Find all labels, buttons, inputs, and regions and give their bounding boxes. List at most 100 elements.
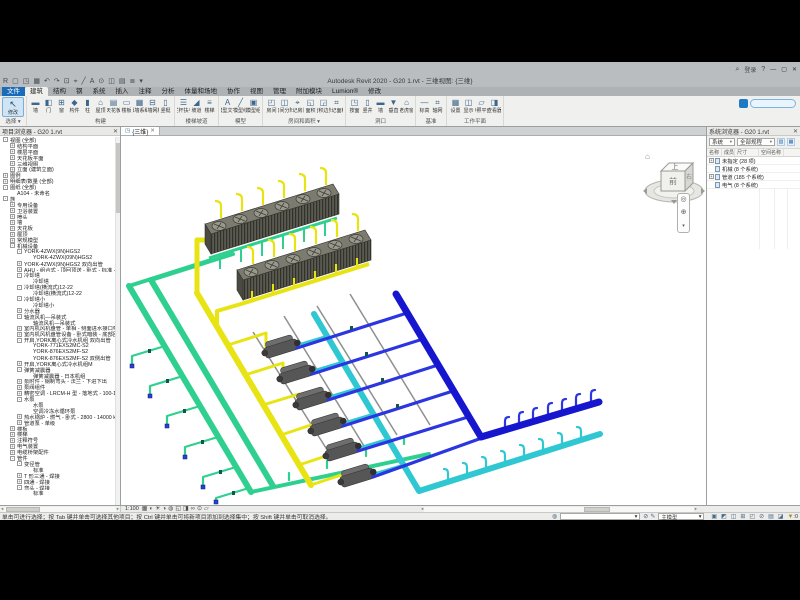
ribbon-button[interactable]: ⌖标记房间: [291, 97, 304, 114]
tree-expander-icon[interactable]: -: [17, 485, 22, 490]
view-control-icon[interactable]: ☀: [155, 506, 160, 513]
tree-expander-icon[interactable]: +: [10, 208, 15, 213]
ribbon-button[interactable]: ▣模型组: [247, 97, 260, 114]
tree-expander-icon[interactable]: -: [17, 397, 22, 402]
tree-expander-icon[interactable]: +: [10, 426, 15, 431]
ribbon-button[interactable]: ⌂屋顶: [94, 97, 107, 114]
autofit-columns-button[interactable]: ▥: [777, 138, 785, 146]
ribbon-button[interactable]: ◳按面: [348, 97, 361, 114]
ribbon-tab[interactable]: 结构: [48, 87, 71, 96]
column-header[interactable]: 空间名称: [759, 149, 784, 156]
tree-expander-icon[interactable]: +: [10, 143, 15, 148]
maximize-button[interactable]: ▢: [781, 66, 787, 73]
column-settings-button[interactable]: ▦: [787, 138, 795, 146]
tree-expander-icon[interactable]: +: [10, 438, 15, 443]
panel-close-icon[interactable]: ✕: [113, 128, 118, 135]
row-expander-icon[interactable]: [709, 182, 714, 187]
tree-expander-icon[interactable]: -: [17, 461, 22, 466]
tree-expander-icon[interactable]: +: [17, 332, 22, 337]
ribbon-tab[interactable]: 系统: [88, 87, 111, 96]
ribbon-button[interactable]: ◫显示: [462, 97, 475, 114]
ribbon-tab[interactable]: 体量和场地: [180, 87, 223, 96]
tree-expander-icon[interactable]: +: [10, 226, 15, 231]
selection-toggle-icon[interactable]: ⊘: [759, 513, 764, 520]
system-row[interactable]: + 管道 (185 个系统): [707, 173, 800, 181]
ribbon-tab[interactable]: 视图: [245, 87, 268, 96]
project-browser-scrollbar[interactable]: [115, 137, 120, 505]
tree-expander-icon[interactable]: +: [10, 220, 15, 225]
navigation-bar[interactable]: ◎ ⊕ ▾: [677, 193, 690, 233]
ribbon-button[interactable]: A模型文字: [221, 97, 234, 114]
selection-toggle-icon[interactable]: ▣: [711, 513, 717, 520]
ribbon-button[interactable]: ◫房间分隔: [278, 97, 291, 114]
view-control-icon[interactable]: ◐: [149, 506, 153, 513]
project-browser-hscrollbar[interactable]: ◂▸: [0, 506, 121, 512]
tree-item[interactable]: 标准: [0, 490, 120, 496]
tree-expander-icon[interactable]: -: [17, 367, 22, 372]
ribbon-button[interactable]: ▮柱: [81, 97, 94, 114]
tree-expander-icon[interactable]: +: [17, 473, 22, 478]
tree-expander-icon[interactable]: [26, 255, 31, 260]
tree-expander-icon[interactable]: +: [10, 238, 15, 243]
panel-close-icon[interactable]: ✕: [793, 128, 798, 135]
viewcube-top-label[interactable]: 上: [672, 162, 679, 171]
ribbon-button[interactable]: ◱面积: [304, 97, 317, 114]
ribbon-button[interactable]: ◢坡道: [190, 97, 203, 114]
3d-model-view[interactable]: [121, 136, 706, 505]
tree-expander-icon[interactable]: [26, 344, 31, 349]
tree-expander-icon[interactable]: [26, 408, 31, 413]
ribbon-button[interactable]: ≡楼梯: [203, 97, 216, 114]
tree-expander-icon[interactable]: [26, 320, 31, 325]
system-row[interactable]: 电气 (8 个系统): [707, 181, 800, 189]
view-control-icon[interactable]: ◑: [162, 506, 166, 513]
viewcube-side-label[interactable]: 右: [686, 173, 692, 181]
tree-expander-icon[interactable]: +: [17, 267, 22, 272]
selection-toggle-icon[interactable]: ◫: [731, 513, 737, 520]
tree-expander-icon[interactable]: +: [10, 202, 15, 207]
ribbon-button[interactable]: ▱参照平面: [475, 97, 488, 114]
tree-expander-icon[interactable]: -: [17, 249, 22, 254]
ribbon-button[interactable]: ⌗轴网: [431, 97, 444, 114]
plugin-button[interactable]: [739, 99, 796, 108]
selection-toggle-icon[interactable]: ▤: [768, 513, 774, 520]
column-header[interactable]: 成员: [722, 149, 735, 156]
tree-expander-icon[interactable]: +: [10, 167, 15, 172]
tree-expander-icon[interactable]: [26, 350, 31, 355]
selection-toggle-icon[interactable]: ◪: [778, 513, 784, 520]
view-tab[interactable]: ◳ {三维} ✕: [121, 127, 160, 135]
tree-expander-icon[interactable]: [26, 291, 31, 296]
tree-expander-icon[interactable]: +: [10, 232, 15, 237]
ribbon-button[interactable]: ◲面积边界: [317, 97, 330, 114]
ribbon-button[interactable]: ╱模型线: [234, 97, 247, 114]
selection-toggle-icon[interactable]: ⊞: [740, 513, 745, 520]
pipe-end-cubes[interactable]: [130, 364, 218, 504]
row-expander-icon[interactable]: [709, 166, 714, 171]
ribbon-button[interactable]: ⊟幕墙网格: [146, 97, 159, 114]
ribbon-tab[interactable]: 附加模块: [291, 87, 327, 96]
tree-expander-icon[interactable]: [26, 279, 31, 284]
selection-toggle-icon[interactable]: ◰: [749, 513, 755, 520]
row-expander-icon[interactable]: +: [709, 158, 714, 163]
zoom-icon[interactable]: ⊕: [681, 209, 687, 217]
tree-expander-icon[interactable]: [26, 355, 31, 360]
view-control-icon[interactable]: ▦: [142, 506, 148, 513]
navbar-expand-icon[interactable]: ▾: [682, 222, 685, 230]
tree-expander-icon[interactable]: -: [17, 296, 22, 301]
tree-expander-icon[interactable]: -: [17, 338, 22, 343]
row-expander-icon[interactable]: +: [709, 174, 714, 179]
modify-button[interactable]: ↖ 修改: [2, 97, 24, 117]
tree-expander-icon[interactable]: [10, 190, 15, 195]
tree-expander-icon[interactable]: +: [17, 414, 22, 419]
tree-expander-icon[interactable]: +: [17, 261, 22, 266]
cyan-pipes[interactable]: [297, 314, 600, 491]
help-icon[interactable]: ?: [761, 65, 765, 74]
tree-item[interactable]: + 热水锅炉 - 燃气 - 卧式 - 2800 - 14000 kW: [0, 414, 120, 420]
worksets-dropdown[interactable]: ▾: [560, 513, 640, 520]
system-row[interactable]: 机械 (8 个系统): [707, 165, 800, 173]
tree-expander-icon[interactable]: +: [17, 385, 22, 390]
view-control-icon[interactable]: ∞: [191, 506, 195, 513]
tree-expander-icon[interactable]: -: [17, 285, 22, 290]
view-control-icon[interactable]: ▱: [204, 506, 209, 513]
ribbon-button[interactable]: ▼垂直: [387, 97, 400, 114]
tree-expander-icon[interactable]: -: [3, 185, 8, 190]
